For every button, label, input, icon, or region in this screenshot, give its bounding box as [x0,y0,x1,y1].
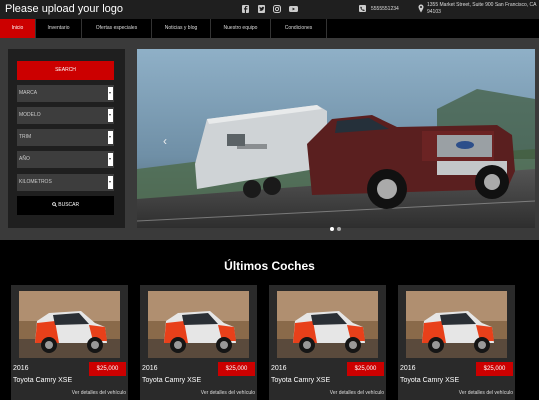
car-name[interactable]: Toyota Camry XSE [271,377,330,384]
select-modelo-label: MODELO [19,112,41,118]
latest-cars-title: Últimos Coches [224,259,315,273]
logo-text[interactable]: Please upload your logo [5,3,123,15]
slider-prev-icon[interactable]: ‹ [163,134,167,148]
chevron-down-icon [108,176,113,189]
twitter-icon[interactable] [258,5,265,13]
car-year: 2016 [142,365,158,372]
view-details-link[interactable]: Ver detalles del vehículo [201,390,255,396]
view-details-link[interactable]: Ver detalles del vehículo [459,390,513,396]
select-ano-label: AÑO [19,156,30,162]
chevron-down-icon [108,153,113,166]
select-modelo[interactable]: MODELO [17,107,114,124]
nav-item-inventario[interactable]: Inventario [36,19,82,38]
car-price-badge: $25,000 [218,362,255,376]
car-card[interactable]: 2016 $25,000 Toyota Camry XSE Ver detalles … [398,285,515,400]
phone-icon [359,5,366,12]
facebook-icon[interactable] [242,5,249,13]
select-kilometros-label: KILOMETROS [19,179,52,185]
search-icon [52,202,57,207]
hero-slider[interactable] [137,49,535,228]
buscar-button[interactable]: BUSCAR [17,196,114,215]
car-card[interactable]: 2016 $25,000 Toyota Camry XSE Ver detalles … [11,285,128,400]
car-photo [148,291,249,358]
car-year: 2016 [271,365,287,372]
car-price-badge: $25,000 [476,362,513,376]
slider-dots [330,218,344,236]
select-marca-label: MARCA [19,90,38,96]
car-photo-frame[interactable] [277,291,378,358]
buscar-label: BUSCAR [58,202,80,208]
nav-item-condiciones[interactable]: Condiciones [271,19,327,38]
car-name[interactable]: Toyota Camry XSE [142,377,201,384]
instagram-icon[interactable] [273,5,281,13]
car-photo [19,291,120,358]
main-nav: Inicio Inventario Ofertas especiales Not… [0,19,539,38]
car-photo-frame[interactable] [406,291,507,358]
view-details-link[interactable]: Ver detalles del vehículo [330,390,384,396]
nav-item-inicio[interactable]: Inicio [0,19,36,38]
select-kilometros[interactable]: KILOMETROS [17,174,114,191]
car-name[interactable]: Toyota Camry XSE [13,377,72,384]
car-card[interactable]: 2016 $25,000 Toyota Camry XSE Ver detalles … [269,285,386,400]
car-photo [406,291,507,358]
map-pin-icon [418,4,424,13]
chevron-down-icon [108,87,113,100]
slider-dot-1[interactable] [330,227,334,231]
chevron-down-icon [108,131,113,144]
search-heading-button[interactable]: SEARCH [17,61,114,80]
phone-number[interactable]: 5555551234 [371,6,399,12]
car-photo-frame[interactable] [148,291,249,358]
address: 1355 Market Street, Suite 900 San Franci… [427,2,537,15]
car-photo [277,291,378,358]
truck-trailer-photo [137,49,535,228]
select-trim[interactable]: TRIM [17,129,114,146]
select-trim-label: TRIM [19,134,32,140]
select-ano[interactable]: AÑO [17,151,114,168]
top-bar: Please upload your logo 5555551234 1355 … [0,0,539,19]
nav-item-equipo[interactable]: Nuestro equipo [211,19,271,38]
car-price-badge: $25,000 [89,362,126,376]
youtube-icon[interactable] [289,5,298,13]
car-card[interactable]: 2016 $25,000 Toyota Camry XSE Ver detalles … [140,285,257,400]
car-year: 2016 [13,365,29,372]
view-details-link[interactable]: Ver detalles del vehículo [72,390,126,396]
nav-item-ofertas[interactable]: Ofertas especiales [82,19,152,38]
car-price-badge: $25,000 [347,362,384,376]
nav-item-noticias[interactable]: Noticias y blog [152,19,211,38]
car-name[interactable]: Toyota Camry XSE [400,377,459,384]
select-marca[interactable]: MARCA [17,85,114,102]
car-year: 2016 [400,365,416,372]
car-photo-frame[interactable] [19,291,120,358]
chevron-down-icon [108,109,113,122]
slider-dot-2[interactable] [337,227,341,231]
